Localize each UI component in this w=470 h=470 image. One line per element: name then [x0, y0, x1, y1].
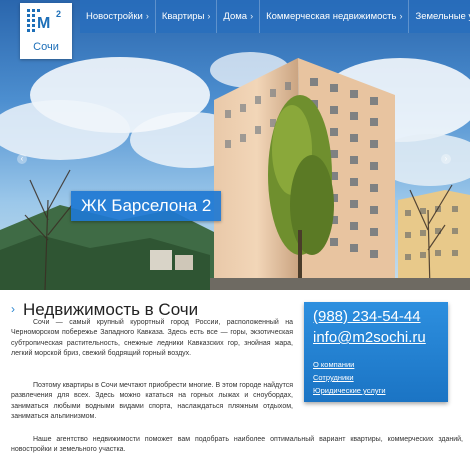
hero-slider[interactable]: Новостройки › Квартиры › Дома › Коммерческа…	[0, 0, 470, 290]
nav-label: Новостройки	[86, 11, 143, 22]
slider-next-button[interactable]: ›	[441, 154, 451, 164]
nav-item-apartments[interactable]: Квартиры ›	[156, 0, 218, 33]
intro-paragraph: Сочи — самый крупный курортный город Рос…	[11, 319, 293, 358]
logo-city: Сочи	[33, 41, 59, 53]
chevron-right-icon: ›	[444, 154, 448, 163]
sidebar-link-legal[interactable]: Юридические услуги	[313, 386, 386, 395]
nav-label: Коммерческая недвижимость	[266, 11, 397, 22]
main-nav: Новостройки › Квартиры › Дома › Коммерческа…	[80, 0, 470, 33]
nav-item-land[interactable]: Земельные участки	[409, 0, 470, 33]
chevron-right-icon: ›	[145, 11, 149, 21]
slide-caption[interactable]: ЖК Барселона 2	[71, 191, 222, 221]
site-logo[interactable]: M 2 Сочи	[20, 3, 72, 59]
intro-paragraph: Поэтому квартиры в Сочи мечтают приобрес…	[11, 382, 293, 421]
nav-label: Квартиры	[161, 11, 205, 22]
email-link[interactable]: info@m2sochi.ru	[313, 329, 426, 346]
nav-label: Земельные участки	[415, 11, 470, 22]
chevron-right-icon: ›	[250, 11, 254, 21]
intro-paragraph: Наше агентство недвижимости поможет вам …	[11, 436, 463, 454]
logo-superscript: 2	[56, 9, 62, 19]
nav-item-houses[interactable]: Дома ›	[217, 0, 261, 33]
chevron-left-icon: ‹	[20, 154, 24, 163]
phone-link[interactable]: (988) 234-54-44	[313, 308, 421, 325]
sidebar-link-staff[interactable]: Сотрудники	[313, 373, 354, 382]
logo-mark: M	[37, 15, 51, 32]
nav-item-commercial[interactable]: Коммерческая недвижимость ›	[260, 0, 410, 33]
chevron-right-icon: ›	[11, 302, 15, 316]
contact-box: (988) 234-54-44 info@m2sochi.ru О компан…	[304, 302, 448, 402]
nav-item-new-buildings[interactable]: Новостройки ›	[80, 0, 156, 33]
nav-label: Дома	[223, 11, 248, 22]
chevron-right-icon: ›	[399, 11, 403, 21]
slider-prev-button[interactable]: ‹	[17, 154, 27, 164]
page-title: Недвижимость в Сочи	[23, 300, 199, 319]
chevron-right-icon: ›	[207, 11, 211, 21]
sidebar-link-about[interactable]: О компании	[313, 360, 354, 369]
